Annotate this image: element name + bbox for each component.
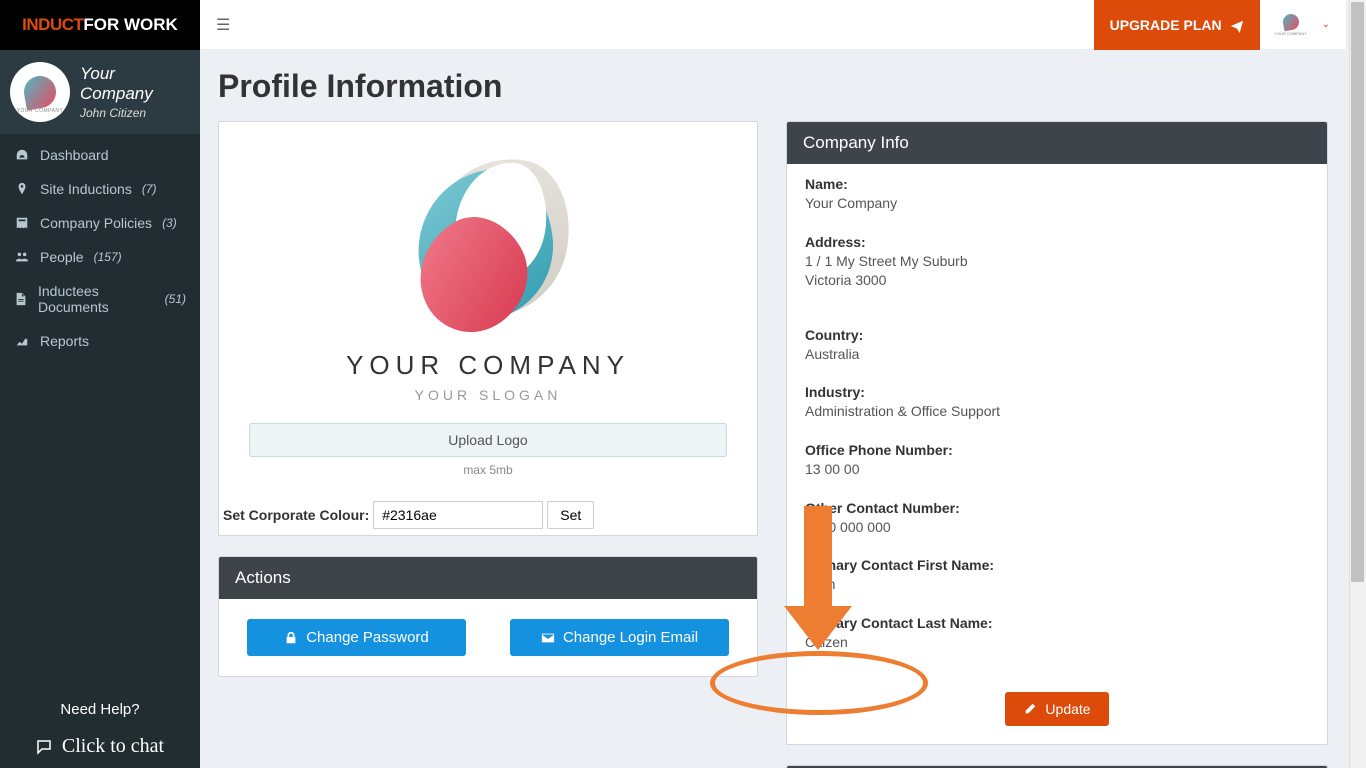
scrollbar[interactable] bbox=[1349, 0, 1366, 768]
topbar: ☰ UPGRADE PLAN YOUR COMPANY ⌄ bbox=[200, 0, 1346, 50]
book-icon bbox=[14, 216, 30, 230]
sidebar-item-site-inductions[interactable]: Site Inductions (7) bbox=[0, 172, 200, 206]
people-icon bbox=[14, 250, 30, 264]
info-address: Address: 1 / 1 My Street My Suburb Victo… bbox=[805, 226, 1309, 303]
click-to-chat[interactable]: Click to chat bbox=[0, 735, 200, 758]
scrollbar-thumb[interactable] bbox=[1351, 2, 1364, 582]
count-badge: (51) bbox=[165, 292, 186, 306]
brand-logo[interactable]: INDUCTFOR WORK bbox=[0, 0, 200, 50]
avatar: YOUR COMPANY bbox=[10, 62, 70, 122]
sidebar-item-company-policies[interactable]: Company Policies (3) bbox=[0, 206, 200, 240]
company-logo-mini[interactable]: YOUR COMPANY bbox=[1274, 8, 1308, 42]
info-name: Name: Your Company bbox=[805, 168, 1309, 226]
logo-slogan: YOUR SLOGAN bbox=[415, 387, 562, 403]
brand-part2: FOR WORK bbox=[83, 15, 177, 35]
actions-panel: Actions Change Password Change Login Ema… bbox=[218, 556, 758, 677]
upload-logo-button[interactable]: Upload Logo bbox=[249, 423, 727, 457]
company-info-panel: Company Info Name: Your Company Address:… bbox=[786, 121, 1328, 745]
dashboard-icon bbox=[14, 148, 30, 162]
logo-panel: YOUR COMPANY YOUR SLOGAN Upload Logo max… bbox=[218, 121, 758, 536]
user-company: Your Company bbox=[80, 64, 190, 105]
corporate-colour-label: Set Corporate Colour: bbox=[223, 507, 369, 523]
chart-icon bbox=[14, 334, 30, 348]
pencil-icon bbox=[1023, 702, 1037, 716]
sidebar-item-label: People bbox=[40, 249, 84, 265]
nav: Dashboard Site Inductions (7) Company Po… bbox=[0, 134, 200, 358]
info-first-name: Primary Contact First Name: John bbox=[805, 549, 1309, 607]
sidebar-item-inductees-documents[interactable]: Inductees Documents (51) bbox=[0, 274, 200, 324]
page-title: Profile Information bbox=[218, 68, 1328, 105]
count-badge: (157) bbox=[94, 250, 122, 264]
sidebar-item-label: Company Policies bbox=[40, 215, 152, 231]
company-logo bbox=[398, 152, 578, 332]
main-content: Profile Information YOUR COMPANY YOUR SL… bbox=[200, 50, 1346, 768]
sidebar-item-label: Site Inductions bbox=[40, 181, 132, 197]
count-badge: (3) bbox=[162, 216, 177, 230]
info-country: Country: Australia bbox=[805, 303, 1309, 377]
company-info-header: Company Info bbox=[787, 122, 1327, 164]
document-icon bbox=[14, 292, 28, 306]
sidebar: INDUCTFOR WORK YOUR COMPANY Your Company… bbox=[0, 0, 200, 768]
lock-icon bbox=[284, 631, 298, 645]
user-panel[interactable]: YOUR COMPANY Your Company John Citizen bbox=[0, 50, 200, 134]
chevron-down-icon[interactable]: ⌄ bbox=[1322, 19, 1330, 30]
actions-header: Actions bbox=[219, 557, 757, 599]
pin-icon bbox=[14, 182, 30, 196]
upgrade-plan-button[interactable]: UPGRADE PLAN bbox=[1094, 0, 1260, 50]
update-button[interactable]: Update bbox=[1005, 692, 1108, 726]
sidebar-item-label: Dashboard bbox=[40, 147, 109, 163]
set-colour-button[interactable]: Set bbox=[547, 501, 594, 529]
sidebar-item-reports[interactable]: Reports bbox=[0, 324, 200, 358]
user-name: John Citizen bbox=[80, 106, 190, 120]
chat-icon bbox=[36, 739, 52, 755]
envelope-icon bbox=[541, 631, 555, 645]
info-last-name: Primary Contact Last Name: Citizen bbox=[805, 607, 1309, 665]
change-password-button[interactable]: Change Password bbox=[247, 619, 466, 656]
sidebar-item-dashboard[interactable]: Dashboard bbox=[0, 138, 200, 172]
logo-company-name: YOUR COMPANY bbox=[346, 350, 630, 381]
need-help[interactable]: Need Help? bbox=[0, 701, 200, 718]
brand-part1: INDUCT bbox=[22, 15, 83, 35]
count-badge: (7) bbox=[142, 182, 157, 196]
upload-hint: max 5mb bbox=[463, 463, 512, 477]
sidebar-item-people[interactable]: People (157) bbox=[0, 240, 200, 274]
corporate-colour-input[interactable] bbox=[373, 501, 543, 529]
paper-plane-icon bbox=[1230, 16, 1244, 32]
change-login-email-button[interactable]: Change Login Email bbox=[510, 619, 729, 656]
info-phone: Office Phone Number: 13 00 00 bbox=[805, 434, 1309, 492]
hamburger-icon[interactable]: ☰ bbox=[216, 15, 230, 35]
sidebar-item-label: Reports bbox=[40, 333, 89, 349]
sidebar-item-label: Inductees Documents bbox=[38, 283, 155, 315]
info-industry: Industry: Administration & Office Suppor… bbox=[805, 376, 1309, 434]
info-other-contact: Other Contact Number: 0400 000 000 bbox=[805, 492, 1309, 550]
